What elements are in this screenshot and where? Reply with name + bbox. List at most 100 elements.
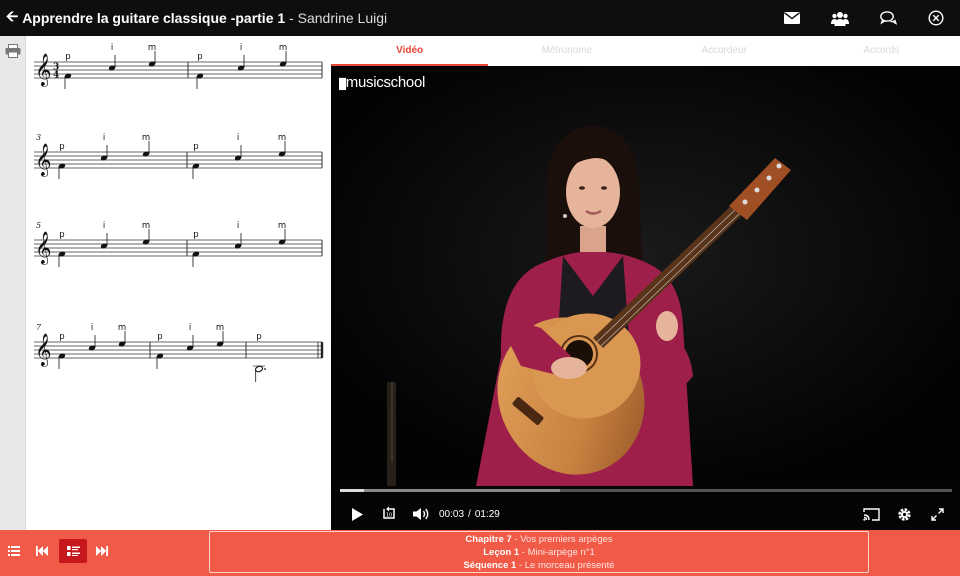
tab-metronome[interactable]: Métronome <box>488 36 645 66</box>
svg-text:10: 10 <box>386 513 392 519</box>
tab-tuner[interactable]: Accordeur <box>646 36 803 66</box>
current-lesson-info: Chapitre 7 - Vos premiers arpèges Leçon … <box>209 531 869 573</box>
volume-icon <box>412 508 428 520</box>
author-name: Sandrine Luigi <box>297 10 388 26</box>
video-frame <box>331 66 960 486</box>
next-sequence-button[interactable] <box>88 539 116 563</box>
tab-video[interactable]: Vidéo <box>331 36 489 66</box>
community-button[interactable] <box>816 0 864 36</box>
fingering-label: i <box>189 323 191 333</box>
cast-button[interactable] <box>855 498 888 530</box>
top-bar: 🡨 Apprendre la guitare classique -partie… <box>0 0 960 36</box>
close-circle-icon <box>928 10 944 26</box>
fingering-label: p <box>256 332 261 342</box>
previous-sequence-button[interactable] <box>28 539 56 563</box>
bottom-bar: Chapitre 7 - Vos premiers arpèges Leçon … <box>0 530 960 576</box>
play-button[interactable] <box>341 498 373 530</box>
media-panel: Vidéo Métronome Accordeur Accords █music… <box>331 36 960 530</box>
time-signature-bottom: 4 <box>53 71 59 81</box>
panel-tabs: Vidéo Métronome Accordeur Accords <box>331 36 960 66</box>
fingering-label: i <box>103 133 105 143</box>
close-button[interactable] <box>912 0 960 36</box>
lesson-label: Leçon 1 <box>483 547 520 558</box>
cast-icon <box>863 507 880 521</box>
duration: 01:29 <box>474 508 500 520</box>
fingering-label: m <box>278 221 286 231</box>
fingering-label: p <box>59 142 64 152</box>
chapter-label: Chapitre 7 <box>465 534 512 545</box>
back-link[interactable]: 🡨 Apprendre la guitare classique -partie… <box>0 6 387 31</box>
time-display: 00:03/01:29 <box>439 509 500 520</box>
treble-clef: 𝄞 <box>35 231 52 265</box>
measure-number: 5 <box>36 221 41 230</box>
time-separator: / <box>468 508 471 520</box>
treble-clef: 𝄞 <box>35 143 52 177</box>
chapter-line: Chapitre 7 - Vos premiers arpèges <box>210 533 868 546</box>
skip-previous-icon <box>36 546 48 556</box>
fingering-label: m <box>216 323 224 333</box>
progress-buffered <box>340 489 561 492</box>
measure-number: 7 <box>36 323 42 332</box>
fingering-label: m <box>279 43 287 53</box>
lesson-list-icon <box>66 546 80 556</box>
fingering-label: p <box>59 332 64 342</box>
logo-text-school: school <box>383 74 426 91</box>
lesson-title: Mini-arpège n°1 <box>527 547 595 558</box>
volume-button[interactable] <box>405 498 437 530</box>
fingering-label: i <box>237 221 239 231</box>
replay-10-button[interactable]: 10 <box>373 498 405 530</box>
tab-chords[interactable]: Accords <box>803 36 960 66</box>
chapter-dash: - <box>511 534 521 545</box>
fingering-label: i <box>111 43 113 53</box>
fingering-label: p <box>197 52 202 62</box>
fullscreen-icon <box>931 507 944 521</box>
sequence-title: Le morceau présenté <box>524 560 615 571</box>
fingering-label: m <box>142 133 150 143</box>
logo-text-music: music <box>345 74 384 91</box>
chapter-title: Vos premiers arpèges <box>520 534 613 545</box>
list-icon <box>8 546 20 556</box>
fingering-label: i <box>240 43 242 53</box>
messages-button[interactable] <box>768 0 816 36</box>
envelope-icon <box>784 12 800 24</box>
video-controls-right <box>855 498 954 530</box>
fingering-label: m <box>278 133 286 143</box>
play-icon <box>351 507 363 521</box>
sequence-line: Séquence 1 - Le morceau présenté <box>210 559 868 572</box>
measure-number: 3 <box>36 133 41 142</box>
current-time: 00:03 <box>439 508 465 520</box>
fingering-label: i <box>237 133 239 143</box>
app-window: 🡨 Apprendre la guitare classique -partie… <box>0 0 960 576</box>
fingering-label: m <box>118 323 126 333</box>
fingering-label: m <box>148 43 156 53</box>
fingering-label: p <box>193 142 198 152</box>
fingering-label: p <box>157 332 162 342</box>
replay-10-icon: 10 <box>383 506 395 519</box>
fingering-label: p <box>193 230 198 240</box>
video-player[interactable]: █musicschool 10 00:03/01:29 <box>331 66 960 530</box>
chat-bubbles-icon <box>879 10 897 25</box>
printer-icon <box>5 44 21 58</box>
lesson-dash: - <box>519 547 528 558</box>
treble-clef: 𝄞 <box>35 333 52 367</box>
fullscreen-button[interactable] <box>921 498 954 530</box>
video-progress-bar[interactable] <box>340 489 952 492</box>
score-canvas: 𝄞 34pi mpi m𝄞3pi mpi m𝄞5pi mpi m𝄞7pi mpi mp <box>34 43 324 382</box>
note-dot <box>264 368 266 370</box>
logo-bars-icon: █ <box>339 79 346 90</box>
fingering-label: p <box>65 52 70 62</box>
course-title: Apprendre la guitare classique -partie 1 <box>22 10 286 26</box>
tool-strip <box>0 36 26 530</box>
lesson-content-button[interactable] <box>59 539 87 563</box>
fingering-label: i <box>91 323 93 333</box>
sequence-label: Séquence 1 <box>463 560 517 571</box>
sheet-music: 𝄞 3 4 p i m p i m 𝄞 3 p i m p i m 𝄞 5 p i m p i m 𝄞 7 p i m p i m p <box>26 36 331 530</box>
chat-button[interactable] <box>864 0 912 36</box>
arrow-left-icon: 🡨 <box>6 7 19 25</box>
chapters-list-button[interactable] <box>0 539 28 563</box>
music-school-logo: █musicschool <box>339 74 425 91</box>
print-button[interactable] <box>5 44 21 58</box>
gear-icon <box>898 507 911 521</box>
top-actions <box>768 0 960 36</box>
settings-button[interactable] <box>888 498 921 530</box>
